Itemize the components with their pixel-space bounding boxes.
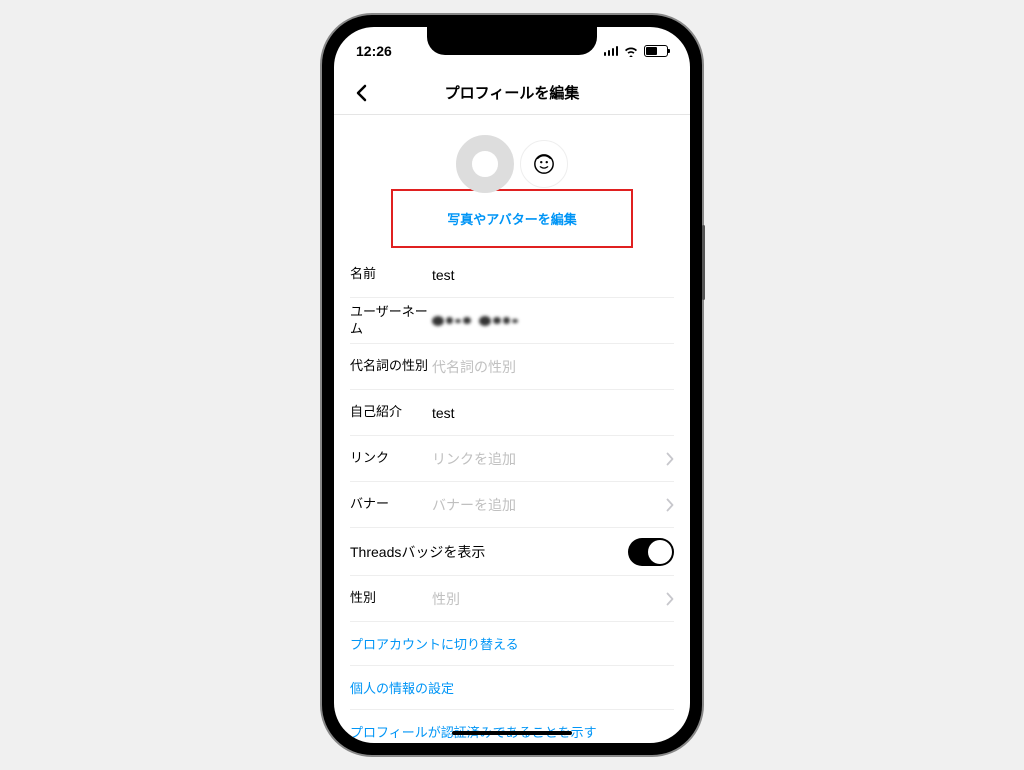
threads-badge-toggle[interactable] (628, 538, 674, 566)
side-button (702, 225, 705, 300)
verified-row[interactable]: プロフィールが認証済みであることを示す (350, 710, 674, 743)
switch-pro-row[interactable]: プロアカウントに切り替える (350, 622, 674, 666)
avatar-option[interactable] (520, 140, 568, 188)
chevron-left-icon (354, 84, 368, 102)
form-area: 名前 test ユーザーネーム 代名詞の性別 代名詞の性別 自己紹介 test (334, 252, 690, 743)
bio-row[interactable]: 自己紹介 test (350, 390, 674, 436)
threads-badge-label: Threadsバッジを表示 (350, 542, 485, 562)
gender-placeholder: 性別 (428, 589, 666, 609)
links-label: リンク (350, 450, 428, 467)
threads-badge-row: Threadsバッジを表示 (350, 528, 674, 576)
pronouns-label: 代名詞の性別 (350, 358, 428, 375)
signal-icon (604, 46, 619, 56)
username-label: ユーザーネーム (350, 304, 428, 338)
switch-pro-link: プロアカウントに切り替える (350, 634, 519, 653)
pronouns-placeholder: 代名詞の性別 (428, 357, 674, 377)
chevron-right-icon (666, 498, 674, 512)
page-title: プロフィールを編集 (445, 82, 580, 103)
status-time: 12:26 (356, 39, 392, 59)
name-row[interactable]: 名前 test (350, 252, 674, 298)
chevron-right-icon (666, 452, 674, 466)
links-row[interactable]: リンク リンクを追加 (350, 436, 674, 482)
notch (427, 27, 597, 55)
pronouns-row[interactable]: 代名詞の性別 代名詞の性別 (350, 344, 674, 390)
personal-info-row[interactable]: 個人の情報の設定 (350, 666, 674, 710)
phone-frame: 12:26 プロフィールを編集 (322, 15, 702, 755)
avatar-face-icon (533, 153, 555, 175)
chevron-right-icon (666, 592, 674, 606)
banner-placeholder: バナーを追加 (428, 495, 666, 515)
wifi-icon (623, 45, 639, 57)
profile-photo[interactable] (456, 135, 514, 193)
username-row[interactable]: ユーザーネーム (350, 298, 674, 344)
name-label: 名前 (350, 266, 428, 283)
username-value-obscured (428, 312, 674, 330)
screen: 12:26 プロフィールを編集 (334, 27, 690, 743)
avatar-section: 写真やアバターを編集 (334, 115, 690, 252)
banner-row[interactable]: バナー バナーを追加 (350, 482, 674, 528)
gender-label: 性別 (350, 590, 428, 607)
battery-icon (644, 45, 668, 57)
banner-label: バナー (350, 496, 428, 513)
personal-info-link: 個人の情報の設定 (350, 678, 454, 697)
home-indicator[interactable] (452, 731, 572, 735)
gender-row[interactable]: 性別 性別 (350, 576, 674, 622)
edit-avatar-link[interactable]: 写真やアバターを編集 (447, 209, 576, 228)
status-icons (604, 41, 669, 57)
edit-avatar-highlight: 写真やアバターを編集 (391, 189, 632, 248)
bio-label: 自己紹介 (350, 404, 428, 421)
back-button[interactable] (346, 78, 376, 108)
name-value: test (428, 267, 674, 283)
bio-value: test (428, 405, 674, 421)
nav-bar: プロフィールを編集 (334, 71, 690, 115)
links-placeholder: リンクを追加 (428, 449, 666, 469)
